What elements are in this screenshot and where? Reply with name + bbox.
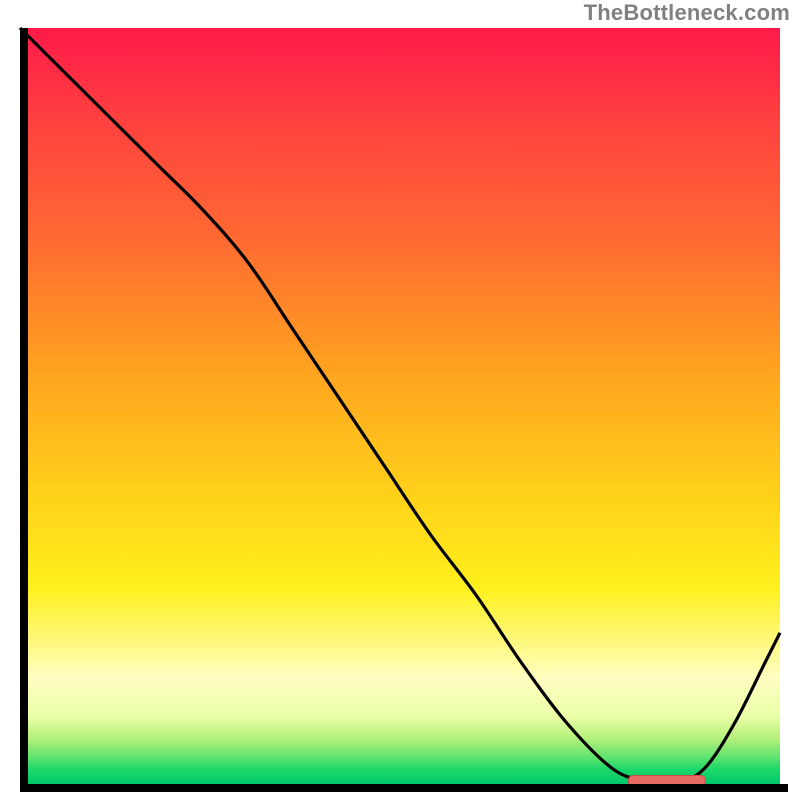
bottleneck-chart: TheBottleneck.com [0,0,800,800]
y-axis [20,28,28,792]
x-axis [20,784,788,792]
bottleneck-curve-path [20,28,780,785]
curve-svg [20,28,780,784]
watermark-text: TheBottleneck.com [584,0,790,26]
